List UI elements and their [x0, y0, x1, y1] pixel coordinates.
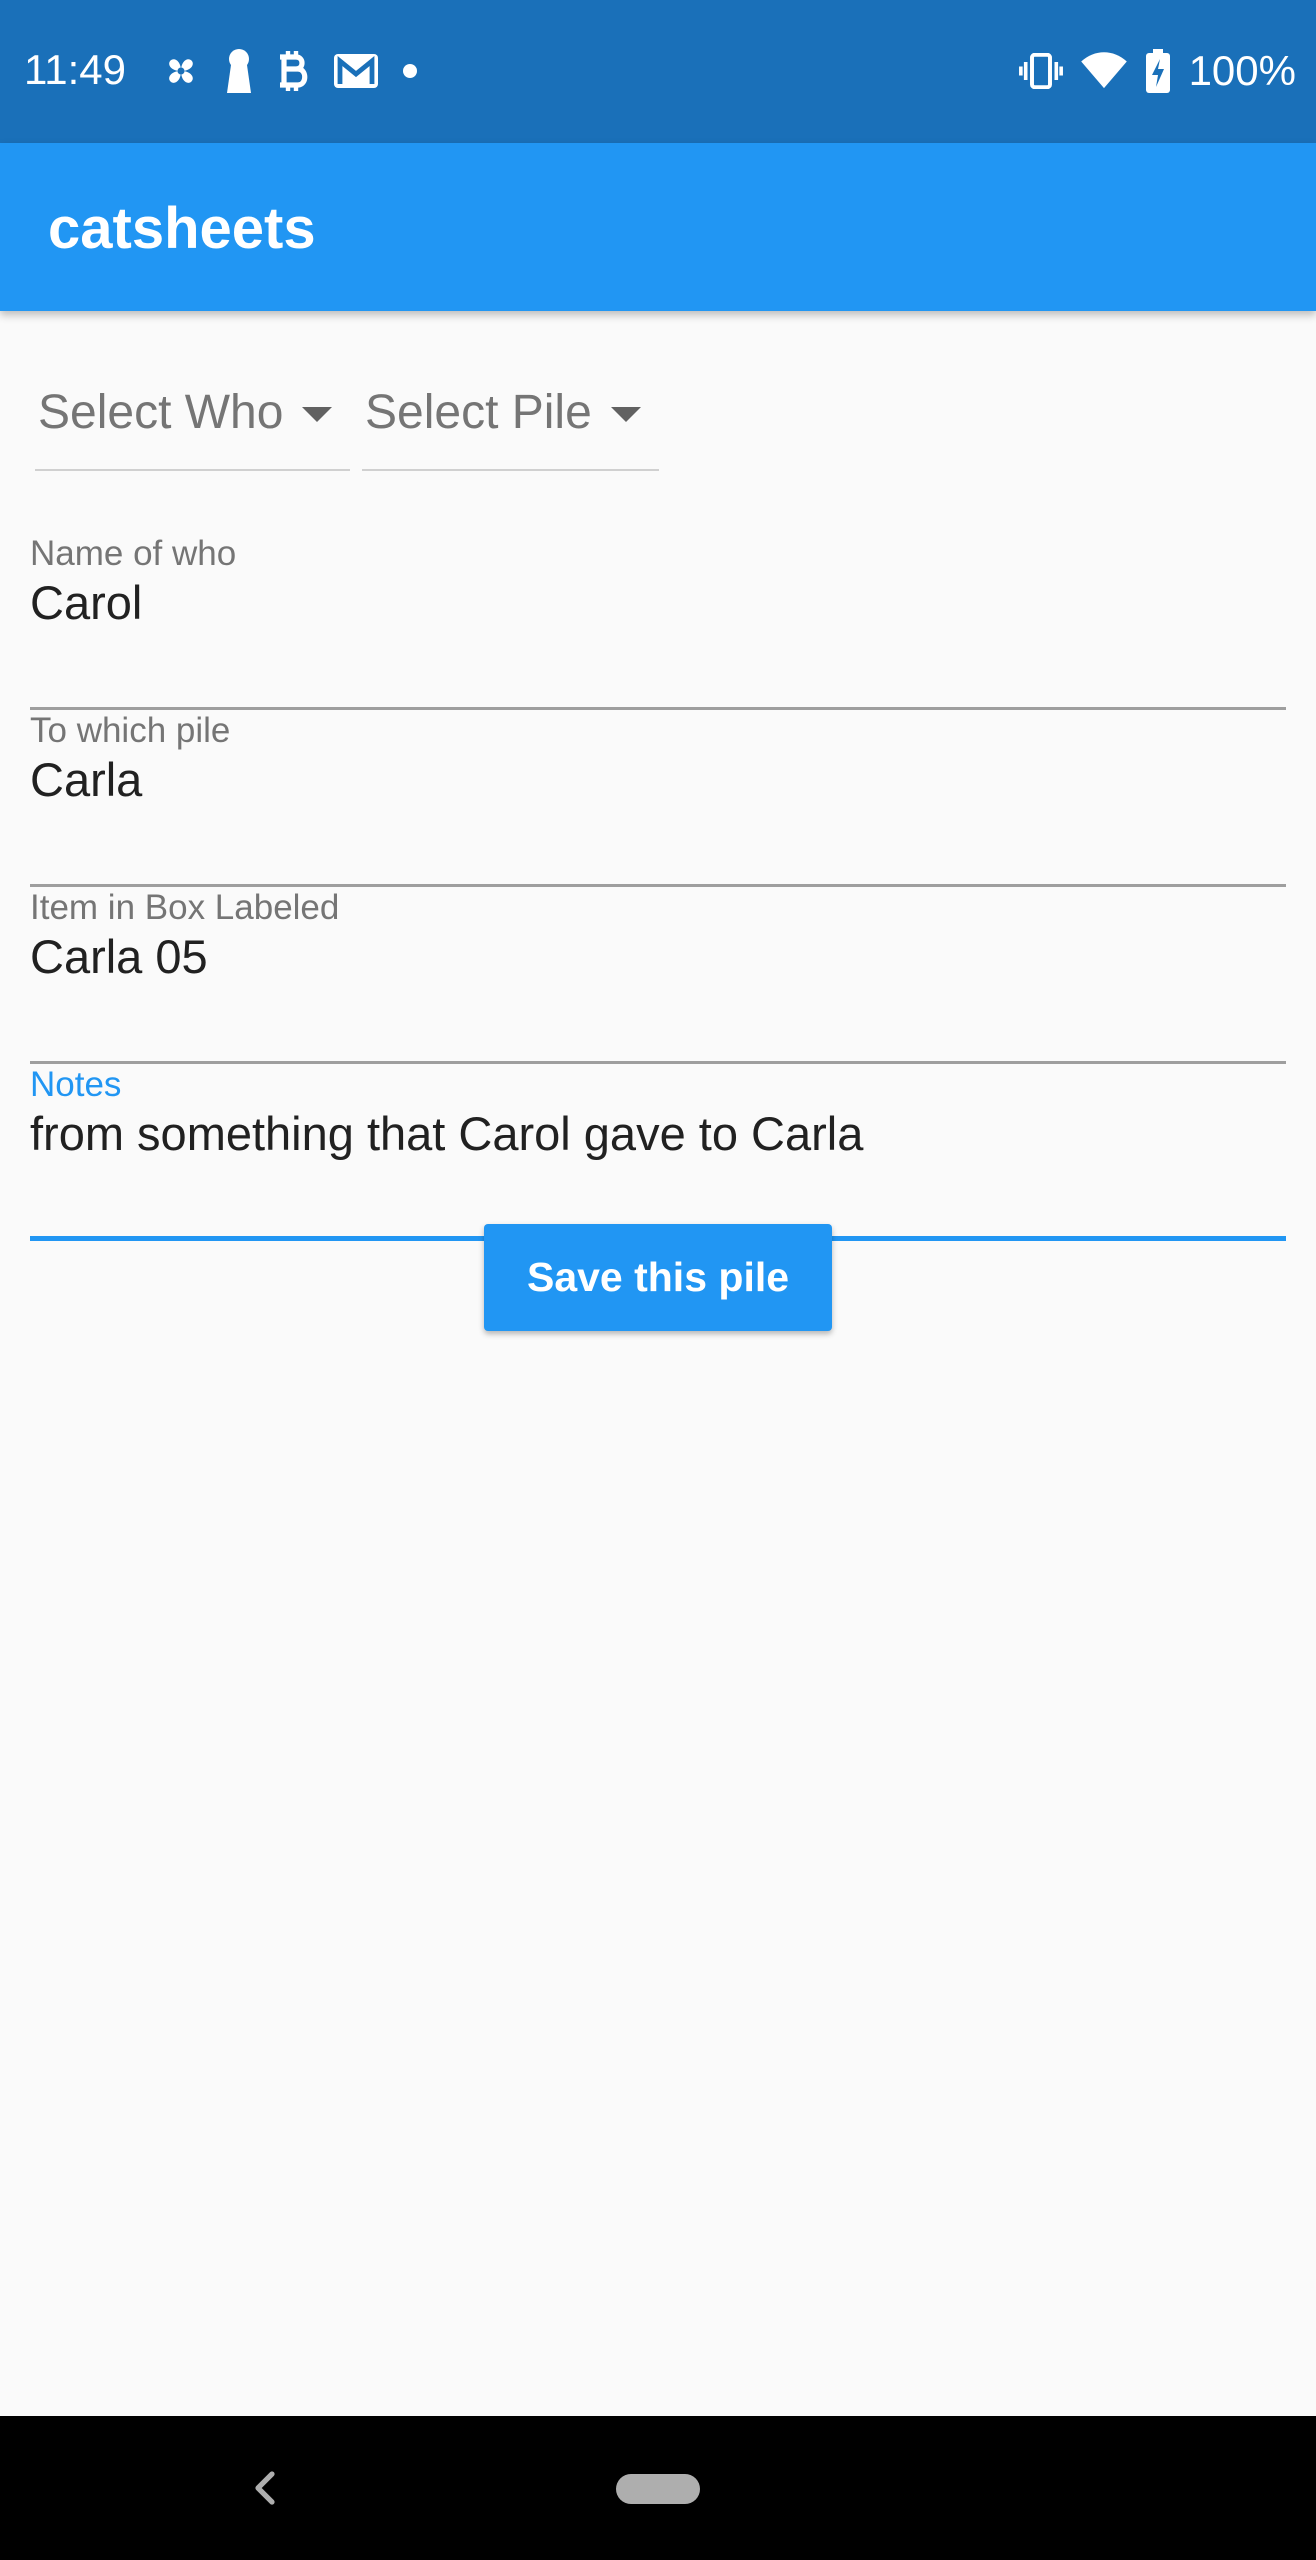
to-which-pile-field[interactable]: To which pile Carla: [30, 710, 1286, 887]
screen: 11:49 100% catsheets Select Who Select P…: [0, 0, 1316, 2560]
wifi-icon: [1080, 52, 1127, 89]
name-of-who-field[interactable]: Name of who Carol: [30, 533, 1286, 710]
keyhole-icon: [227, 49, 251, 93]
app-bar: catsheets: [0, 143, 1316, 311]
vibrate-icon: [1018, 53, 1063, 89]
notes-label: Notes: [30, 1065, 122, 1104]
dot-icon: [403, 64, 417, 78]
app-title: catsheets: [48, 196, 316, 261]
select-pile-dropdown[interactable]: Select Pile: [362, 385, 659, 471]
name-of-who-label: Name of who: [30, 534, 237, 573]
gmail-icon: [334, 54, 378, 88]
bitcoin-icon: [280, 51, 308, 91]
select-who-text: Select Who: [38, 386, 284, 439]
notification-icons: [160, 48, 418, 94]
battery-percentage: 100%: [1188, 47, 1296, 94]
to-which-pile-input[interactable]: Carla: [30, 750, 142, 810]
notes-field[interactable]: Notes from something that Carol gave to …: [30, 1064, 1286, 1241]
home-pill[interactable]: [616, 2474, 700, 2504]
system-icons: 100%: [1018, 47, 1296, 94]
item-in-box-input[interactable]: Carla 05: [30, 927, 208, 987]
dropdown-arrow-icon: [302, 407, 332, 422]
to-which-pile-label: To which pile: [30, 711, 231, 750]
name-of-who-input[interactable]: Carol: [30, 573, 142, 633]
back-icon[interactable]: [250, 2468, 280, 2508]
navigation-bar: [0, 2416, 1316, 2560]
select-who-dropdown[interactable]: Select Who: [35, 385, 350, 471]
status-time: 11:49: [24, 46, 126, 93]
status-bar: 11:49 100%: [0, 0, 1316, 143]
pinwheel-icon: [169, 59, 193, 83]
select-pile-text: Select Pile: [365, 386, 592, 439]
dropdown-arrow-icon: [611, 407, 641, 422]
notes-input[interactable]: from something that Carol gave to Carla: [30, 1104, 863, 1164]
item-in-box-label: Item in Box Labeled: [30, 888, 340, 927]
item-in-box-field[interactable]: Item in Box Labeled Carla 05: [30, 887, 1286, 1064]
battery-charging-icon: [1145, 49, 1170, 93]
save-this-pile-button[interactable]: Save this pile: [484, 1224, 832, 1331]
